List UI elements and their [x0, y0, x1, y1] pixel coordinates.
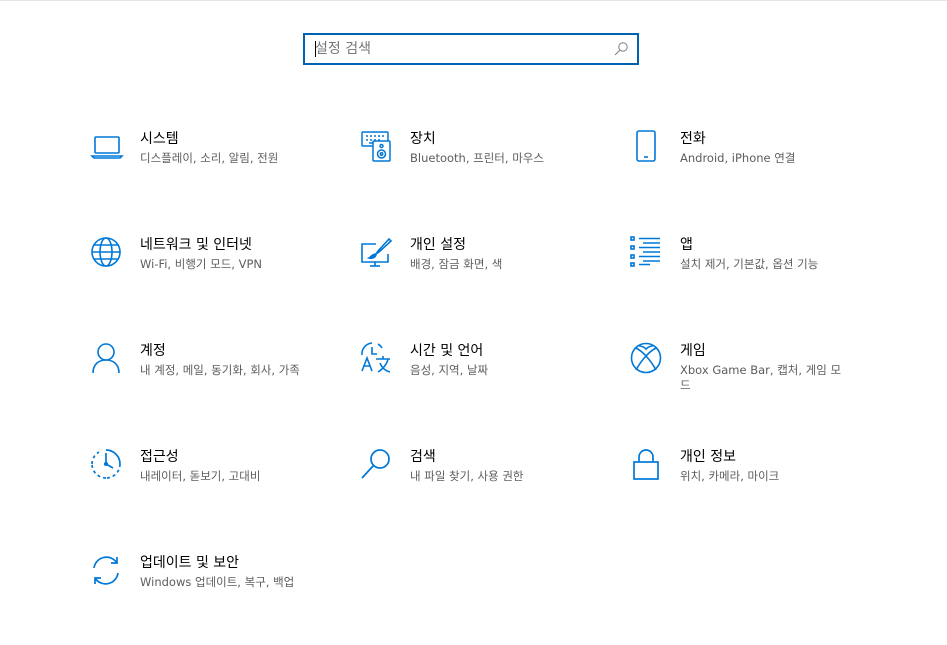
laptop-icon	[90, 130, 124, 164]
tile-title: 개인 설정	[410, 237, 466, 253]
tile-description: 위치, 카메라, 마이크	[680, 469, 780, 483]
paint-brush-icon	[360, 236, 394, 270]
tile-title: 접근성	[140, 449, 179, 465]
tile-title: 업데이트 및 보안	[140, 555, 240, 571]
xbox-icon	[630, 342, 664, 376]
tile-description: 내레이터, 돋보기, 고대비	[140, 469, 261, 483]
language-icon	[360, 342, 394, 376]
search-box[interactable]	[303, 33, 639, 65]
person-icon	[90, 342, 124, 376]
top-divider	[0, 0, 947, 1]
tile-description: Android, iPhone 연결	[680, 151, 796, 165]
tile-title: 앱	[680, 237, 693, 253]
tile-title: 게임	[680, 343, 706, 359]
text-caret	[315, 41, 316, 57]
tile-privacy[interactable]: 개인 정보 위치, 카메라, 마이크	[630, 448, 870, 528]
tile-accounts[interactable]: 계정 내 계정, 메일, 동기화, 회사, 가족	[90, 342, 330, 422]
tile-title: 계정	[140, 343, 166, 359]
tile-update-security[interactable]: 업데이트 및 보안 Windows 업데이트, 복구, 백업	[90, 554, 330, 634]
tile-description: 내 계정, 메일, 동기화, 회사, 가족	[140, 363, 300, 377]
tile-description: Wi-Fi, 비행기 모드, VPN	[140, 257, 263, 271]
tile-title: 개인 정보	[680, 449, 736, 465]
tile-apps[interactable]: 앱 설치 제거, 기본값, 옵션 기능	[630, 236, 870, 316]
search-icon[interactable]	[613, 41, 629, 57]
tile-devices[interactable]: 장치 Bluetooth, 프린터, 마우스	[360, 130, 600, 210]
tile-description: 내 파일 찾기, 사용 권한	[410, 469, 524, 483]
tile-description: 음성, 지역, 날짜	[410, 363, 489, 377]
tile-title: 장치	[410, 131, 436, 147]
tile-system[interactable]: 시스템 디스플레이, 소리, 알림, 전원	[90, 130, 330, 210]
tile-description: 설치 제거, 기본값, 옵션 기능	[680, 257, 819, 271]
tile-title: 네트워크 및 인터넷	[140, 237, 252, 253]
sync-icon	[90, 554, 124, 588]
apps-list-icon	[630, 236, 664, 270]
tile-description: 디스플레이, 소리, 알림, 전원	[140, 151, 279, 165]
tile-description: Xbox Game Bar, 캡처, 게임 모드	[680, 363, 842, 392]
tile-network[interactable]: 네트워크 및 인터넷 Wi-Fi, 비행기 모드, VPN	[90, 236, 330, 316]
tile-gaming[interactable]: 게임 Xbox Game Bar, 캡처, 게임 모드	[630, 342, 870, 422]
search-icon	[360, 448, 394, 482]
tile-description: Bluetooth, 프린터, 마우스	[410, 151, 544, 165]
tile-personalization[interactable]: 개인 설정 배경, 잠금 화면, 색	[360, 236, 600, 316]
ease-of-access-icon	[90, 448, 124, 482]
tile-title: 시간 및 언어	[410, 343, 484, 359]
tile-title: 전화	[680, 131, 706, 147]
tile-phone[interactable]: 전화 Android, iPhone 연결	[630, 130, 870, 210]
phone-icon	[630, 130, 664, 164]
lock-icon	[630, 448, 664, 482]
tile-title: 검색	[410, 449, 436, 465]
tile-title: 시스템	[140, 131, 179, 147]
globe-icon	[90, 236, 124, 270]
search-input[interactable]	[305, 35, 615, 63]
tile-ease-of-access[interactable]: 접근성 내레이터, 돋보기, 고대비	[90, 448, 330, 528]
tile-description: Windows 업데이트, 복구, 백업	[140, 575, 295, 589]
tile-search[interactable]: 검색 내 파일 찾기, 사용 권한	[360, 448, 600, 528]
tile-time-language[interactable]: 시간 및 언어 음성, 지역, 날짜	[360, 342, 600, 422]
tile-description: 배경, 잠금 화면, 색	[410, 257, 503, 271]
keyboard-speaker-icon	[360, 130, 394, 164]
